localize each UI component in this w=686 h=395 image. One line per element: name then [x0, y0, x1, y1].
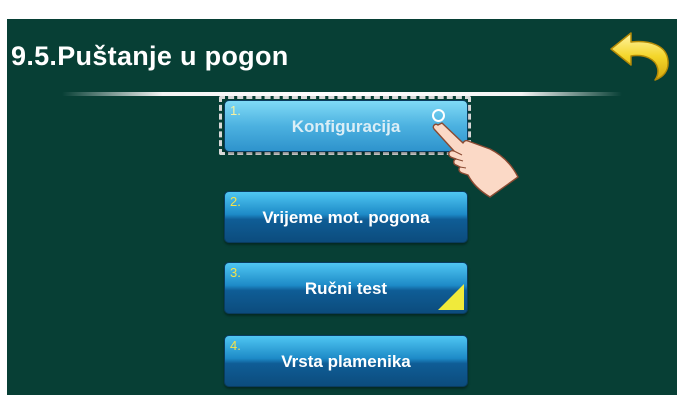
screen: 9.5.Puštanje u pogon 1. Konfiguracija 2.…	[7, 19, 677, 395]
menu-item-number: 2.	[230, 194, 241, 209]
menu-item-number: 3.	[230, 265, 241, 280]
menu-item-number: 4.	[230, 338, 241, 353]
back-arrow-icon	[610, 32, 669, 81]
hand-pointer-icon	[432, 122, 519, 198]
menu-item-label: Konfiguracija	[291, 117, 401, 136]
corner-triangle-icon	[438, 284, 464, 310]
page-title: 9.5.Puštanje u pogon	[11, 41, 289, 71]
menu-item-vrsta-plamenika[interactable]: 4. Vrsta plamenika	[224, 335, 468, 387]
back-button[interactable]	[607, 27, 673, 81]
menu-item-label: Vrijeme mot. pogona	[262, 208, 430, 227]
menu-item-label: Vrsta plamenika	[281, 352, 411, 371]
menu-item-label: Ručni test	[304, 279, 388, 298]
menu-item-rucni-test[interactable]: 3. Ručni test	[224, 262, 468, 314]
menu-item-number: 1.	[230, 103, 241, 118]
